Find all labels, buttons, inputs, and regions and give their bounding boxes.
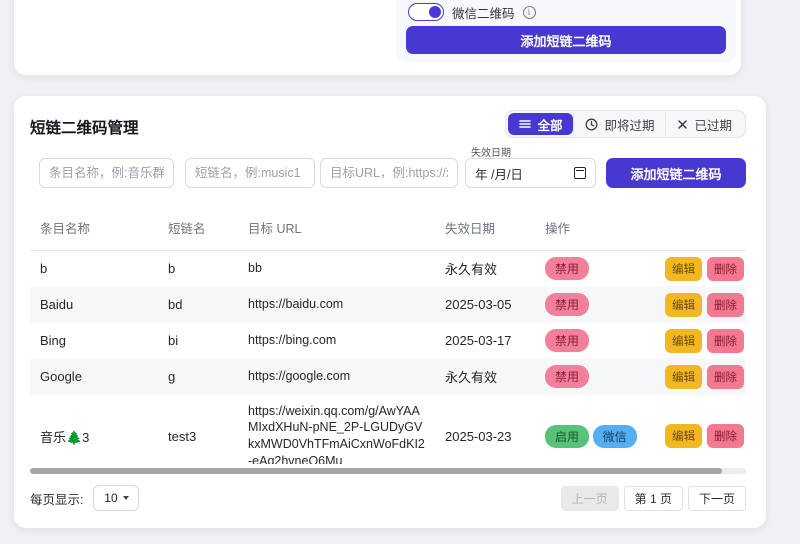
delete-button[interactable]: 删除 [707, 257, 744, 281]
add-shortlink-qrcode-button[interactable]: 添加短链二维码 [606, 158, 746, 188]
tab-expiring-label: 即将过期 [604, 115, 654, 134]
shortlink-table-wrapper: 条目名称 短链名 目标 URL 失效日期 操作 b b bb 永久有效 禁用 编… [30, 210, 746, 464]
cell-name: 音乐🌲3 [30, 395, 158, 465]
cell-slug: g [158, 359, 238, 395]
cell-url: https://baidu.com [238, 287, 435, 323]
info-icon[interactable]: i [523, 6, 536, 19]
col-header-slug: 短链名 [158, 210, 238, 251]
status-badge[interactable]: 禁用 [545, 329, 589, 352]
edit-button[interactable]: 编辑 [665, 293, 702, 317]
shortlink-manager-card: 短链二维码管理 全部 即将过期 已过期 失效日期 年 /月/日 添加短链二维码 [14, 96, 766, 528]
status-badge[interactable]: 禁用 [545, 293, 589, 316]
edit-button[interactable]: 编辑 [665, 257, 702, 281]
status-badge[interactable]: 禁用 [545, 257, 589, 280]
cell-name: b [30, 251, 158, 287]
delete-button[interactable]: 删除 [707, 424, 744, 448]
tab-expired[interactable]: 已过期 [665, 113, 743, 135]
add-qrcode-form-card: 微信二维码 i 添加短链二维码 [14, 0, 741, 75]
cell-expiry: 2025-03-17 [435, 323, 535, 359]
edit-button[interactable]: 编辑 [665, 329, 702, 353]
cell-slug: test3 [158, 395, 238, 465]
cell-slug: bd [158, 287, 238, 323]
expiry-date-input[interactable]: 年 /月/日 [465, 158, 596, 188]
tab-all-label: 全部 [537, 115, 562, 134]
cell-name: Bing [30, 323, 158, 359]
cell-url: https://weixin.qq.com/g/AwYAAMIxdXHuN-pN… [238, 395, 435, 465]
page-size-select[interactable]: 10 [93, 485, 139, 511]
delete-button[interactable]: 删除 [707, 329, 744, 353]
page-size-value: 10 [104, 491, 117, 505]
x-icon [677, 119, 688, 130]
cell-url: bb [238, 251, 435, 287]
col-header-actions: 操作 [535, 210, 655, 251]
add-shortlink-qrcode-button[interactable]: 添加短链二维码 [406, 26, 726, 54]
target-url-input[interactable] [320, 158, 458, 188]
cell-slug: b [158, 251, 238, 287]
cell-url: https://bing.com [238, 323, 435, 359]
cell-name: Baidu [30, 287, 158, 323]
status-badge[interactable]: 禁用 [545, 365, 589, 388]
edit-button[interactable]: 编辑 [665, 424, 702, 448]
delete-button[interactable]: 删除 [707, 365, 744, 389]
date-placeholder: 年 /月/日 [475, 164, 523, 183]
wechat-toggle-label: 微信二维码 [452, 3, 515, 22]
table-row: 音乐🌲3 test3 https://weixin.qq.com/g/AwYAA… [30, 395, 746, 465]
tab-expired-label: 已过期 [694, 115, 732, 134]
pagination: 上一页 第 1 页 下一页 [561, 486, 746, 511]
wechat-tag-badge[interactable]: 微信 [593, 425, 637, 448]
clock-icon [585, 118, 598, 131]
col-header-url: 目标 URL [238, 210, 435, 251]
calendar-icon[interactable] [574, 167, 586, 179]
cell-expiry: 永久有效 [435, 251, 535, 287]
table-row: Google g https://google.com 永久有效 禁用 编辑 删… [30, 359, 746, 395]
col-header-name: 条目名称 [30, 210, 158, 251]
entry-name-input[interactable] [39, 158, 174, 188]
page-indicator: 第 1 页 [624, 486, 683, 511]
cell-name: Google [30, 359, 158, 395]
cell-slug: bi [158, 323, 238, 359]
col-header-blank [655, 210, 746, 251]
cell-url: https://google.com [238, 359, 435, 395]
page-size-label: 每页显示: [30, 489, 83, 508]
table-row: Baidu bd https://baidu.com 2025-03-05 禁用… [30, 287, 746, 323]
horizontal-scrollbar-thumb[interactable] [30, 468, 722, 474]
cell-expiry: 永久有效 [435, 359, 535, 395]
wechat-toggle-row: 微信二维码 i [408, 2, 536, 22]
next-page-button[interactable]: 下一页 [688, 486, 746, 511]
tab-all[interactable]: 全部 [508, 113, 573, 135]
page-title: 短链二维码管理 [30, 116, 139, 138]
cell-expiry: 2025-03-23 [435, 395, 535, 465]
cell-expiry: 2025-03-05 [435, 287, 535, 323]
table-row: b b bb 永久有效 禁用 编辑 删除 二维码 [30, 251, 746, 287]
expiry-date-label: 失效日期 [471, 144, 511, 159]
prev-page-button[interactable]: 上一页 [561, 486, 619, 511]
col-header-expiry: 失效日期 [435, 210, 535, 251]
delete-button[interactable]: 删除 [707, 293, 744, 317]
shortlink-table: 条目名称 短链名 目标 URL 失效日期 操作 b b bb 永久有效 禁用 编… [30, 210, 746, 464]
slug-input[interactable] [185, 158, 315, 188]
horizontal-scrollbar-track[interactable] [30, 468, 746, 474]
chevron-down-icon [123, 496, 129, 500]
list-icon [519, 118, 531, 130]
page-size-control: 每页显示: 10 [30, 485, 139, 511]
edit-button[interactable]: 编辑 [665, 365, 702, 389]
status-badge[interactable]: 启用 [545, 425, 589, 448]
wechat-qrcode-toggle[interactable] [408, 3, 444, 21]
table-footer: 每页显示: 10 上一页 第 1 页 下一页 [30, 484, 746, 512]
tab-expiring[interactable]: 即将过期 [573, 113, 665, 135]
toggle-knob [429, 6, 441, 18]
table-row: Bing bi https://bing.com 2025-03-17 禁用 编… [30, 323, 746, 359]
status-filter-tabs: 全部 即将过期 已过期 [505, 110, 746, 138]
wechat-option-panel: 微信二维码 i 添加短链二维码 [396, 0, 736, 62]
